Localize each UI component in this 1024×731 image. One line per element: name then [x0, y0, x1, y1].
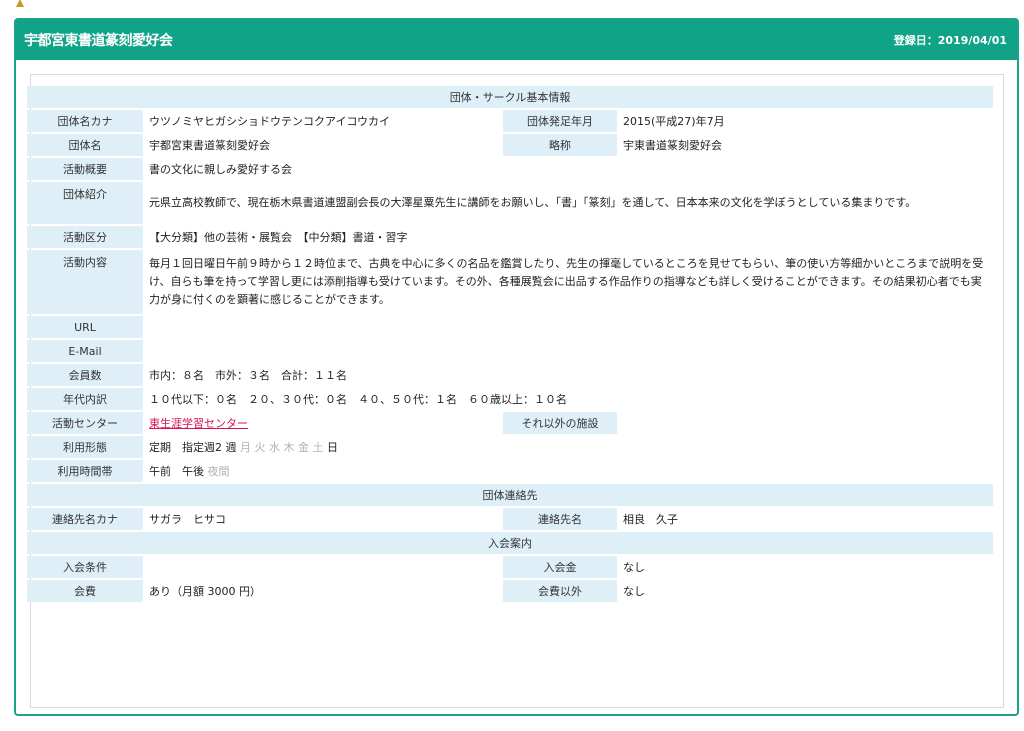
- table-row: 活動センター 東生涯学習センター それ以外の施設: [27, 412, 994, 434]
- section-title: 団体連絡先: [27, 484, 994, 506]
- registered-date: 登録日：2019/04/01: [893, 34, 1007, 47]
- founded-date: 2015(平成27)年7月: [617, 110, 994, 132]
- field-label: 略称: [503, 134, 617, 156]
- field-label: 団体名カナ: [27, 110, 143, 132]
- other-facility: [617, 412, 994, 434]
- field-label: 活動内容: [27, 250, 143, 314]
- table-row: 団体名カナ ウツノミヤヒガシショドウテンコクアイコウカイ 団体発足年月 2015…: [27, 110, 994, 132]
- field-label: 会員数: [27, 364, 143, 386]
- contact-name: 相良 久子: [617, 508, 994, 530]
- field-label: 団体発足年月: [503, 110, 617, 132]
- field-label: 活動概要: [27, 158, 143, 180]
- field-label: 入会金: [503, 556, 617, 578]
- table-row: 活動概要 書の文化に親しみ愛好する会: [27, 158, 994, 180]
- field-label: 活動区分: [27, 226, 143, 248]
- section-title: 団体・サークル基本情報: [27, 86, 994, 108]
- age-breakdown: １０代以下：０名 ２０、３０代：０名 ４０、５０代：１名 ６０歳以上：１０名: [143, 388, 994, 410]
- center-link[interactable]: 東生涯学習センター: [149, 417, 248, 430]
- membership-dues: あり（月額 3000 円）: [143, 580, 503, 602]
- panel-header: 宇都宮東書道篆刻愛好会 登録日：2019/04/01: [16, 20, 1017, 60]
- table-row: 会費 あり（月額 3000 円） 会費以外 なし: [27, 580, 994, 602]
- usage-days-inactive: 月 火 水 木 金 土: [240, 441, 324, 454]
- table-row: 利用形態 定期 指定週2 週 月 火 水 木 金 土 日: [27, 436, 994, 458]
- table-row: 活動区分 【大分類】他の芸術・展覧会 【中分類】書道・習字: [27, 226, 994, 248]
- time-active: 午前 午後: [149, 465, 204, 478]
- activity-summary: 書の文化に親しみ愛好する会: [143, 158, 994, 180]
- field-label: 利用時間帯: [27, 460, 143, 482]
- table-row: 利用時間帯 午前 午後 夜間: [27, 460, 994, 482]
- table-row: 会員数 市内：８名 市外：３名 合計：１１名: [27, 364, 994, 386]
- group-info-table: 団体・サークル基本情報 団体名カナ ウツノミヤヒガシショドウテンコクアイコウカイ…: [27, 84, 994, 604]
- field-label: それ以外の施設: [503, 412, 617, 434]
- table-row: 活動内容 毎月１回日曜日午前９時から１２時位まで、古典を中心に多くの名品を鑑賞し…: [27, 250, 994, 314]
- other-costs: なし: [617, 580, 994, 602]
- field-label: 入会条件: [27, 556, 143, 578]
- section-title: 入会案内: [27, 532, 994, 554]
- group-kana: ウツノミヤヒガシショドウテンコクアイコウカイ: [143, 110, 503, 132]
- group-short-name: 宇東書道篆刻愛好会: [617, 134, 994, 156]
- table-row: 連絡先名カナ サガラ ヒサコ 連絡先名 相良 久子: [27, 508, 994, 530]
- table-row: URL: [27, 316, 994, 338]
- field-label: E-Mail: [27, 340, 143, 362]
- field-label: URL: [27, 316, 143, 338]
- field-label: 連絡先名カナ: [27, 508, 143, 530]
- table-row: 入会条件 入会金 なし: [27, 556, 994, 578]
- email-value: [143, 340, 994, 362]
- table-row: 団体紹介 元県立高校教師で、現在栃木県書道連盟副会長の大澤星粟先生に講師をお願い…: [27, 182, 994, 224]
- table-row: E-Mail: [27, 340, 994, 362]
- field-label: 利用形態: [27, 436, 143, 458]
- group-intro: 元県立高校教師で、現在栃木県書道連盟副会長の大澤星粟先生に講師をお願いし、「書」…: [143, 182, 994, 224]
- join-fee: なし: [617, 556, 994, 578]
- member-count: 市内：８名 市外：３名 合計：１１名: [143, 364, 994, 386]
- group-title: 宇都宮東書道篆刻愛好会: [24, 33, 173, 49]
- section-contact: 団体連絡先: [27, 484, 994, 506]
- field-label: 会費: [27, 580, 143, 602]
- bell-icon: [16, 0, 24, 7]
- field-label: 年代内訳: [27, 388, 143, 410]
- activity-category: 【大分類】他の芸術・展覧会 【中分類】書道・習字: [143, 226, 994, 248]
- join-condition: [143, 556, 503, 578]
- table-row: 団体名 宇都宮東書道篆刻愛好会 略称 宇東書道篆刻愛好会: [27, 134, 994, 156]
- usage-form: 定期 指定週2 週 月 火 水 木 金 土 日: [143, 436, 994, 458]
- center-cell: 東生涯学習センター: [143, 412, 503, 434]
- field-label: 会費以外: [503, 580, 617, 602]
- activity-content: 毎月１回日曜日午前９時から１２時位まで、古典を中心に多くの名品を鑑賞したり、先生…: [143, 250, 994, 314]
- field-label: 活動センター: [27, 412, 143, 434]
- contact-kana: サガラ ヒサコ: [143, 508, 503, 530]
- group-name: 宇都宮東書道篆刻愛好会: [143, 134, 503, 156]
- usage-time: 午前 午後 夜間: [143, 460, 994, 482]
- usage-days-active: 日: [326, 441, 338, 454]
- url-value: [143, 316, 994, 338]
- usage-prefix: 定期 指定週2 週: [149, 441, 237, 454]
- time-inactive: 夜間: [207, 465, 230, 478]
- field-label: 連絡先名: [503, 508, 617, 530]
- section-basic: 団体・サークル基本情報: [27, 86, 994, 108]
- field-label: 団体紹介: [27, 182, 143, 224]
- table-row: 年代内訳 １０代以下：０名 ２０、３０代：０名 ４０、５０代：１名 ６０歳以上：…: [27, 388, 994, 410]
- section-join: 入会案内: [27, 532, 994, 554]
- field-label: 団体名: [27, 134, 143, 156]
